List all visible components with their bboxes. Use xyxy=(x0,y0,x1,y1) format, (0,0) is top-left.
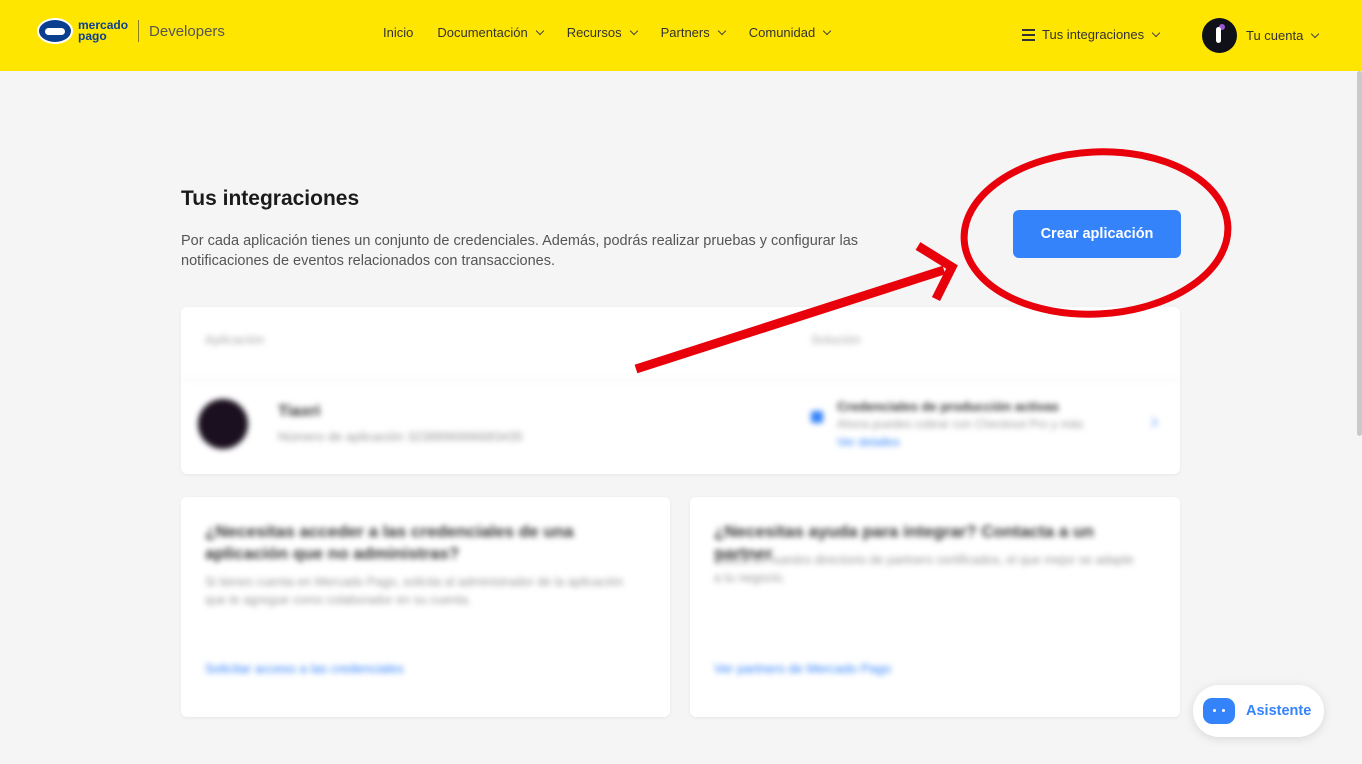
account-menu[interactable]: Tu cuenta xyxy=(1202,18,1320,53)
chevron-down-icon xyxy=(823,26,832,35)
partners-link[interactable]: Ver partners de Mercado Pago xyxy=(714,661,891,676)
nav-recursos[interactable]: Recursos xyxy=(567,25,638,40)
main-nav: Inicio Documentación Recursos Partners C… xyxy=(383,25,854,40)
partners-card: ¿Necesitas ayuda para integrar? Contacta… xyxy=(690,497,1180,717)
integrations-menu[interactable]: Tus integraciones xyxy=(1022,27,1161,42)
app-details-link[interactable]: Ver detalles xyxy=(837,435,900,449)
arrow-head xyxy=(915,242,958,302)
card-title: ¿Necesitas acceder a las credenciales de… xyxy=(205,522,574,563)
page-title: Tus integraciones xyxy=(181,187,360,210)
page-description: Por cada aplicación tienes un conjunto d… xyxy=(181,233,859,269)
card-body: Si tienes cuenta en Mercado Pago, solici… xyxy=(205,575,624,607)
chevron-down-icon xyxy=(1151,28,1161,37)
create-application-button[interactable]: Crear aplicación xyxy=(1013,210,1181,258)
scrollbar[interactable] xyxy=(1357,71,1362,436)
status-icon xyxy=(811,411,823,423)
assistant-button[interactable]: Asistente xyxy=(1193,685,1324,737)
brand-section: Developers xyxy=(149,22,225,40)
column-header-app: Aplicación xyxy=(205,332,265,347)
access-credentials-card: ¿Necesitas acceder a las credenciales de… xyxy=(181,497,670,717)
nav-inicio[interactable]: Inicio xyxy=(383,25,413,40)
card-body: Busca en nuestro directorio de partners … xyxy=(714,553,1134,585)
chevron-down-icon xyxy=(535,26,544,35)
avatar xyxy=(1202,18,1237,53)
request-access-link[interactable]: Solicitar acceso a las credenciales xyxy=(205,661,404,676)
app-status-sub: Ahora puedes cobrar con Checkout Pro y m… xyxy=(837,417,1084,431)
app-name[interactable]: Tiaxri xyxy=(278,403,320,421)
chevron-down-icon xyxy=(1311,29,1320,38)
applications-table: Aplicación Solución Tiaxri Número de apl… xyxy=(181,307,1180,474)
nav-documentacion[interactable]: Documentación xyxy=(437,25,544,40)
list-icon xyxy=(1022,28,1035,41)
nav-comunidad[interactable]: Comunidad xyxy=(749,25,832,40)
chevron-down-icon xyxy=(629,26,638,35)
logo-divider xyxy=(138,20,140,42)
column-header-solution: Solución xyxy=(811,332,861,347)
chevron-right-icon[interactable] xyxy=(1147,417,1158,428)
app-avatar xyxy=(198,399,248,449)
divider xyxy=(181,379,1180,380)
handshake-icon xyxy=(37,18,73,44)
top-header: mercado pago Developers Inicio Documenta… xyxy=(0,0,1362,71)
assistant-label: Asistente xyxy=(1246,703,1312,719)
app-status: Credenciales de producción activas xyxy=(837,399,1059,414)
chevron-down-icon xyxy=(717,26,726,35)
app-number: Número de aplicación 3238896996683435 xyxy=(278,429,524,444)
brand-wordmark: mercado pago xyxy=(78,18,129,43)
robot-icon xyxy=(1203,698,1235,724)
mercado-pago-logo[interactable]: mercado pago Developers xyxy=(37,18,225,44)
nav-partners[interactable]: Partners xyxy=(661,25,726,40)
